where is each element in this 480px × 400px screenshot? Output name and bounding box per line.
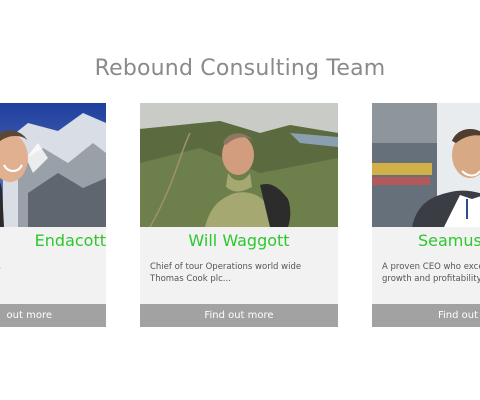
team-card-will-waggott[interactable]: Will Waggott Chief of tour Operations wo… — [140, 103, 338, 327]
team-name-will-waggott: Will Waggott — [188, 231, 290, 250]
team-bio-seamus: A proven CEO who exce growth and profita… — [382, 262, 480, 284]
team-carousel[interactable]: Endacott in the global travel, industrie… — [0, 0, 480, 400]
find-out-more-button-will-waggott[interactable]: Find out more — [140, 304, 338, 327]
find-out-more-button-seamus[interactable]: Find out — [372, 304, 480, 327]
team-photo-endacott — [0, 103, 106, 227]
team-bio-endacott: in the global travel, industries... — [0, 261, 96, 285]
team-photo-seamus — [372, 103, 480, 227]
team-card-endacott[interactable]: Endacott in the global travel, industrie… — [0, 103, 106, 327]
team-photo-will-waggott — [140, 103, 338, 227]
team-bio-will-waggott: Chief of tour Operations world wide Thom… — [150, 262, 302, 284]
team-name-seamus: Seamus C — [418, 231, 480, 250]
team-section: Rebound Consulting Team Endacott out mor… — [0, 0, 480, 400]
find-out-more-button-endacott[interactable]: out more — [0, 304, 106, 327]
team-card-seamus[interactable]: Seamus C A proven CEO who exce growth an… — [372, 103, 480, 327]
team-name-endacott: Endacott — [34, 231, 106, 250]
